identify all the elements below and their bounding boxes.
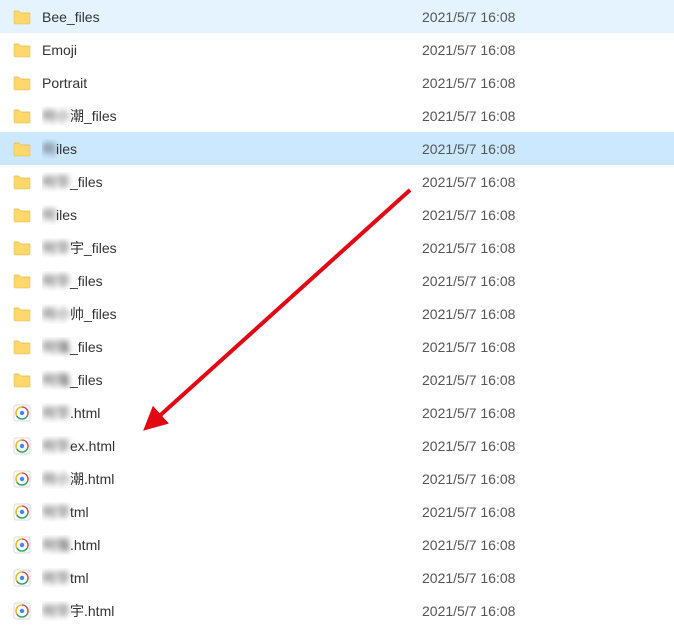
file-date: 2021/5/7 16:08 (422, 174, 674, 190)
file-name: 何强_files (42, 337, 103, 357)
html-file-icon (12, 403, 32, 423)
file-row[interactable]: 何华ex.html 2021/5/7 16:08 (0, 429, 674, 462)
file-date: 2021/5/7 16:08 (422, 405, 674, 421)
file-name-cell: 何华tml (12, 568, 422, 588)
file-date: 2021/5/7 16:08 (422, 471, 674, 487)
file-row[interactable]: 何华宇_files 2021/5/7 16:08 (0, 231, 674, 264)
file-name: 何华.html (42, 403, 100, 423)
file-row[interactable]: 何小潮_files 2021/5/7 16:08 (0, 99, 674, 132)
folder-icon (12, 172, 32, 192)
html-file-icon (12, 502, 32, 522)
folder-icon (12, 370, 32, 390)
file-date: 2021/5/7 16:08 (422, 537, 674, 553)
file-name: 何华_files (42, 172, 103, 192)
file-row[interactable]: 何华_files 2021/5/7 16:08 (0, 165, 674, 198)
file-name-cell: 何小帅_files (12, 304, 422, 324)
file-name: 何iles (42, 205, 77, 225)
file-name-cell: 何强_files (12, 370, 422, 390)
html-file-icon (12, 601, 32, 621)
file-name-cell: 何华.html (12, 403, 422, 423)
file-name: 何强_files (42, 370, 103, 390)
file-row[interactable]: 何强_files 2021/5/7 16:08 (0, 363, 674, 396)
folder-icon (12, 271, 32, 291)
file-row[interactable]: 何华_files 2021/5/7 16:08 (0, 264, 674, 297)
file-date: 2021/5/7 16:08 (422, 273, 674, 289)
file-name-cell: 何iles (12, 205, 422, 225)
file-name: 何华tml (42, 568, 89, 588)
file-name-cell: 何华tml (12, 502, 422, 522)
file-date: 2021/5/7 16:08 (422, 570, 674, 586)
file-row[interactable]: Emoji 2021/5/7 16:08 (0, 33, 674, 66)
file-name: 何强.html (42, 535, 100, 555)
folder-icon (12, 40, 32, 60)
folder-icon (12, 337, 32, 357)
file-date: 2021/5/7 16:08 (422, 603, 674, 619)
file-name: 何华ex.html (42, 436, 115, 456)
file-name: 何iles (42, 139, 77, 159)
folder-icon (12, 238, 32, 258)
file-name-cell: 何iles (12, 139, 422, 159)
html-file-icon (12, 469, 32, 489)
html-file-icon (12, 568, 32, 588)
folder-icon (12, 205, 32, 225)
file-name-cell: Bee_files (12, 7, 422, 27)
file-row[interactable]: 何强.html 2021/5/7 16:08 (0, 528, 674, 561)
file-name: 何小帅_files (42, 304, 117, 324)
file-date: 2021/5/7 16:08 (422, 141, 674, 157)
file-name-cell: Portrait (12, 73, 422, 93)
folder-icon (12, 73, 32, 93)
file-name-cell: 何小潮.html (12, 469, 422, 489)
file-name: 何小潮_files (42, 106, 117, 126)
file-name-cell: 何华ex.html (12, 436, 422, 456)
folder-icon (12, 106, 32, 126)
file-date: 2021/5/7 16:08 (422, 207, 674, 223)
file-date: 2021/5/7 16:08 (422, 75, 674, 91)
file-name-cell: 何小潮_files (12, 106, 422, 126)
file-date: 2021/5/7 16:08 (422, 504, 674, 520)
file-date: 2021/5/7 16:08 (422, 42, 674, 58)
file-name-cell: 何华宇.html (12, 601, 422, 621)
file-date: 2021/5/7 16:08 (422, 9, 674, 25)
file-name-cell: 何强_files (12, 337, 422, 357)
file-date: 2021/5/7 16:08 (422, 339, 674, 355)
folder-icon (12, 304, 32, 324)
html-file-icon (12, 535, 32, 555)
file-name: Portrait (42, 75, 87, 91)
file-row[interactable]: 何华tml 2021/5/7 16:08 (0, 495, 674, 528)
file-row[interactable]: Bee_files 2021/5/7 16:08 (0, 0, 674, 33)
file-row[interactable]: 何小帅_files 2021/5/7 16:08 (0, 297, 674, 330)
folder-icon (12, 7, 32, 27)
file-name-cell: 何强.html (12, 535, 422, 555)
file-name: 何小潮.html (42, 469, 114, 489)
file-date: 2021/5/7 16:08 (422, 108, 674, 124)
file-name: 何华_files (42, 271, 103, 291)
file-date: 2021/5/7 16:08 (422, 240, 674, 256)
file-date: 2021/5/7 16:08 (422, 372, 674, 388)
file-name-cell: 何华宇_files (12, 238, 422, 258)
file-row[interactable]: 何iles 2021/5/7 16:08 (0, 198, 674, 231)
file-row[interactable]: 何小潮.html 2021/5/7 16:08 (0, 462, 674, 495)
file-name: Emoji (42, 42, 77, 58)
file-name-cell: 何华_files (12, 271, 422, 291)
file-name: Bee_files (42, 9, 100, 25)
folder-icon (12, 139, 32, 159)
file-name: 何华宇.html (42, 601, 114, 621)
file-name-cell: 何华_files (12, 172, 422, 192)
file-list: Bee_files 2021/5/7 16:08 Emoji 2021/5/7 16:… (0, 0, 674, 627)
file-row[interactable]: 何iles 2021/5/7 16:08 (0, 132, 674, 165)
html-file-icon (12, 436, 32, 456)
file-row[interactable]: 何华.html 2021/5/7 16:08 (0, 396, 674, 429)
file-row[interactable]: 何强_files 2021/5/7 16:08 (0, 330, 674, 363)
file-row[interactable]: Portrait 2021/5/7 16:08 (0, 66, 674, 99)
file-date: 2021/5/7 16:08 (422, 438, 674, 454)
file-name: 何华宇_files (42, 238, 117, 258)
file-row[interactable]: 何华宇.html 2021/5/7 16:08 (0, 594, 674, 627)
file-name-cell: Emoji (12, 40, 422, 60)
file-name: 何华tml (42, 502, 89, 522)
file-date: 2021/5/7 16:08 (422, 306, 674, 322)
file-row[interactable]: 何华tml 2021/5/7 16:08 (0, 561, 674, 594)
